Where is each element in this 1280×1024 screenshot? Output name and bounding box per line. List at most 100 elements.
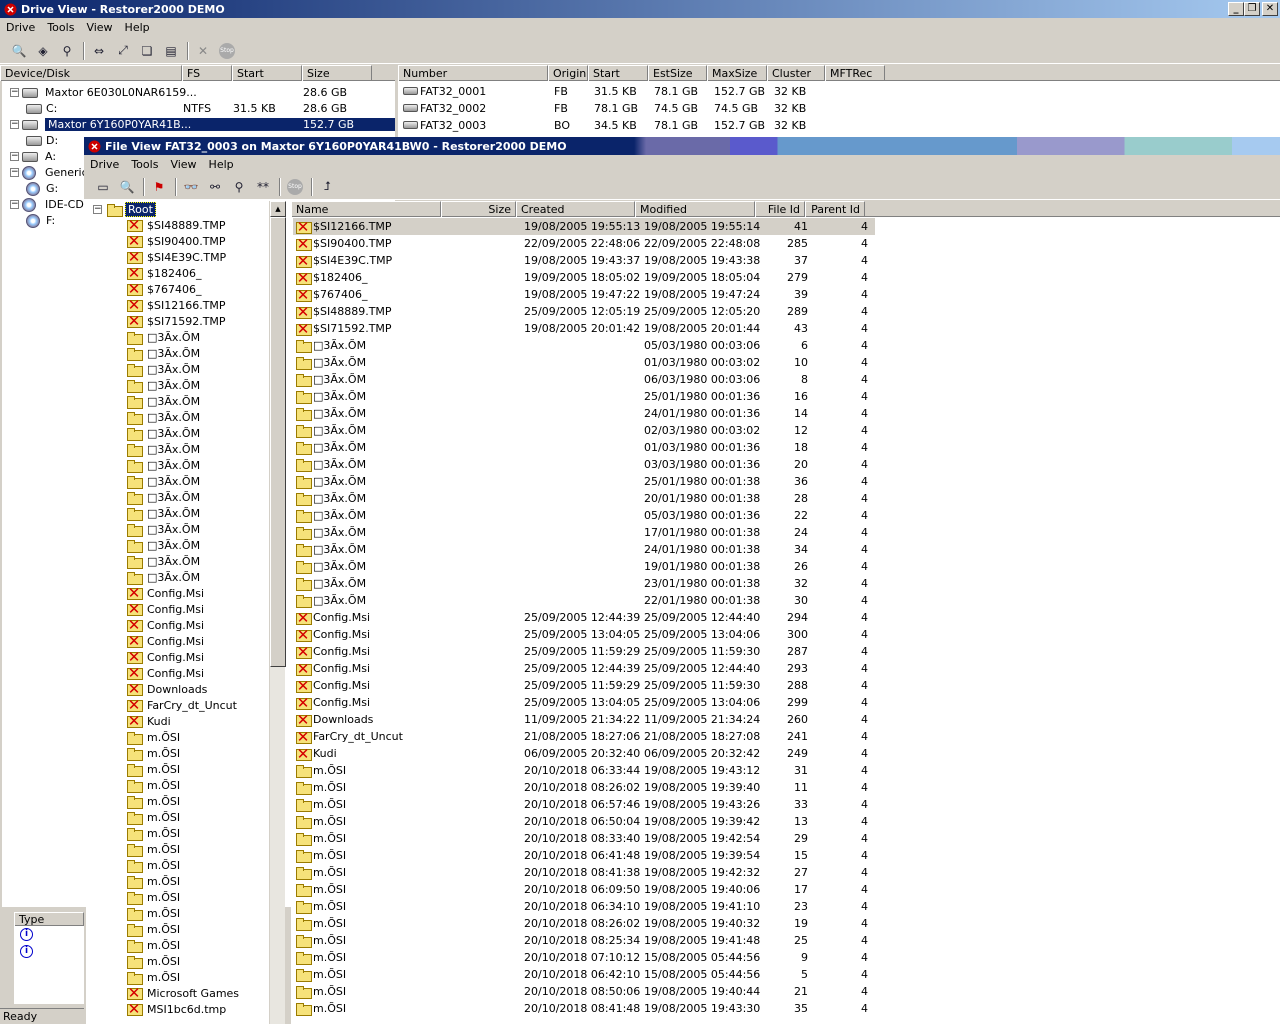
search-icon[interactable]: 🔍 — [116, 177, 138, 197]
tree-root[interactable]: − Root — [93, 201, 156, 218]
file-row[interactable]: □3Ãx.ÕM 05/03/1980 00:03:06 6 4 — [293, 337, 875, 354]
copy-icon[interactable]: ❏ — [136, 41, 158, 61]
file-row[interactable]: m.ÕSI 20/10/2018 06:50:04 19/08/2005 19:39… — [293, 813, 875, 830]
collapse-icon[interactable]: − — [93, 205, 102, 214]
tree-item[interactable]: ✕ Downloads — [126, 681, 266, 697]
file-row[interactable]: ✕ Config.Msi 25/09/2005 13:04:05 25/09/2005… — [293, 626, 875, 643]
file-row[interactable]: □3Ãx.ÕM 01/03/1980 00:03:02 10 4 — [293, 354, 875, 371]
file-row[interactable]: m.ÕSI 20/10/2018 06:33:44 19/08/2005 19:43… — [293, 762, 875, 779]
tree-item[interactable]: m.ÕSI — [126, 825, 266, 841]
col-part-start[interactable]: Start — [588, 65, 648, 81]
tree-item[interactable]: □3Ãx.ÕM — [126, 425, 266, 441]
file-row[interactable]: m.ÕSI 20/10/2018 08:33:40 19/08/2005 19:42… — [293, 830, 875, 847]
find-mask-icon[interactable]: ⚲ — [228, 177, 250, 197]
file-row[interactable]: □3Ãx.ÕM 23/01/1980 00:01:38 32 4 — [293, 575, 875, 592]
file-row[interactable]: □3Ãx.ÕM 02/03/1980 00:03:02 12 4 — [293, 422, 875, 439]
tree-item[interactable]: ✕ Config.Msi — [126, 585, 266, 601]
file-row[interactable]: ✕ Config.Msi 25/09/2005 13:04:05 25/09/2005… — [293, 694, 875, 711]
partition-number[interactable]: FAT32_0003 — [420, 119, 486, 132]
wildcard-icon[interactable]: ** — [252, 177, 274, 197]
delete-icon[interactable]: ✕ — [192, 41, 214, 61]
tree-item[interactable]: m.ÕSI — [126, 937, 266, 953]
up-folder-icon[interactable]: ⮥ — [316, 177, 338, 197]
file-row[interactable]: m.ÕSI 20/10/2018 06:09:50 19/08/2005 19:40… — [293, 881, 875, 898]
recover-icon[interactable]: ⚑ — [148, 177, 170, 197]
col-start[interactable]: Start — [232, 65, 302, 81]
col-cluster[interactable]: Cluster — [767, 65, 825, 81]
col-number[interactable]: Number — [398, 65, 548, 81]
file-row[interactable]: ✕ Config.Msi 25/09/2005 12:44:39 25/09/2005… — [293, 660, 875, 677]
stop-icon[interactable]: Stop — [284, 177, 306, 197]
tree-item[interactable]: m.ÕSI — [126, 953, 266, 969]
tree-item[interactable]: m.ÕSI — [126, 777, 266, 793]
col-estsize[interactable]: EstSize — [648, 65, 707, 81]
file-row[interactable]: □3Ãx.ÕM 06/03/1980 00:03:06 8 4 — [293, 371, 875, 388]
tree-item[interactable]: ✕ Config.Msi — [126, 617, 266, 633]
fv-menu-view[interactable]: View — [164, 158, 202, 171]
col-file-id[interactable]: File Id — [755, 201, 805, 217]
partition-number[interactable]: FAT32_0001 — [420, 85, 486, 98]
tree-item[interactable]: □3Ãx.ÕM — [126, 537, 266, 553]
disk-row[interactable]: − Maxtor 6E030L0NAR6159... 28.6 GB — [10, 84, 380, 101]
file-row[interactable]: □3Ãx.ÕM 20/01/1980 00:01:38 28 4 — [293, 490, 875, 507]
tree-item[interactable]: □3Ãx.ÕM — [126, 489, 266, 505]
arrows-icon[interactable]: ⇔ — [88, 41, 110, 61]
tree-item[interactable]: ✕ $SI12166.TMP — [126, 297, 266, 313]
expand-icon[interactable]: − — [10, 152, 19, 161]
file-row[interactable]: □3Ãx.ÕM 03/03/1980 00:01:36 20 4 — [293, 456, 875, 473]
expand-icon[interactable]: − — [10, 88, 19, 97]
tree-item[interactable]: ✕ Microsoft Games — [126, 985, 266, 1001]
file-row[interactable]: m.ÕSI 20/10/2018 08:26:02 19/08/2005 19:40… — [293, 915, 875, 932]
tree-item[interactable]: □3Ãx.ÕM — [126, 505, 266, 521]
file-row[interactable]: m.ÕSI 20/10/2018 06:34:10 19/08/2005 19:41… — [293, 898, 875, 915]
tree-item[interactable]: □3Ãx.ÕM — [126, 345, 266, 361]
file-row[interactable]: m.ÕSI 20/10/2018 06:57:46 19/08/2005 19:43… — [293, 796, 875, 813]
col-file-size[interactable]: Size — [441, 201, 516, 217]
file-row[interactable]: m.ÕSI 20/10/2018 08:26:02 19/08/2005 19:39… — [293, 779, 875, 796]
tree-item[interactable]: m.ÕSI — [126, 761, 266, 777]
tree-item[interactable]: m.ÕSI — [126, 745, 266, 761]
file-row[interactable]: □3Ãx.ÕM 01/03/1980 00:01:36 18 4 — [293, 439, 875, 456]
disk-row[interactable]: C: NTFS 31.5 KB 28.6 GB — [26, 100, 380, 117]
menu-tools[interactable]: Tools — [41, 21, 80, 34]
tree-scrollbar[interactable]: ▲ — [269, 201, 286, 1024]
close-button[interactable]: ✕ — [1262, 2, 1278, 16]
file-row[interactable]: m.ÕSI 20/10/2018 08:25:34 19/08/2005 19:41… — [293, 932, 875, 949]
scroll-thumb[interactable] — [270, 217, 286, 667]
tree-item[interactable]: □3Ãx.ÕM — [126, 473, 266, 489]
file-row[interactable]: ✕ Config.Msi 25/09/2005 12:44:39 25/09/2005… — [293, 609, 875, 626]
file-row[interactable]: □3Ãx.ÕM 17/01/1980 00:01:38 24 4 — [293, 524, 875, 541]
expand-icon[interactable]: − — [10, 200, 19, 209]
find-icon[interactable]: 👓 — [180, 177, 202, 197]
tree-item[interactable]: ✕ Config.Msi — [126, 649, 266, 665]
col-mftrec[interactable]: MFTRec — [825, 65, 885, 81]
file-row[interactable]: m.ÕSI 20/10/2018 08:50:06 19/08/2005 19:40… — [293, 983, 875, 1000]
file-row[interactable]: m.ÕSI 20/10/2018 08:41:48 19/08/2005 19:43… — [293, 1000, 875, 1017]
file-row[interactable]: □3Ãx.ÕM 19/01/1980 00:01:38 26 4 — [293, 558, 875, 575]
file-row[interactable]: ✕ FarCry_dt_Uncut 21/08/2005 18:27:06 21/08… — [293, 728, 875, 745]
tree-item[interactable]: ✕ $SI48889.TMP — [126, 217, 266, 233]
scroll-up-button[interactable]: ▲ — [270, 201, 286, 217]
tree-item[interactable]: □3Ãx.ÕM — [126, 361, 266, 377]
tree-item[interactable]: □3Ãx.ÕM — [126, 409, 266, 425]
open-icon[interactable]: ⤢ — [112, 41, 134, 61]
tree-item[interactable]: ✕ Config.Msi — [126, 601, 266, 617]
col-modified[interactable]: Modified — [635, 201, 755, 217]
fv-menu-help[interactable]: Help — [203, 158, 240, 171]
file-row[interactable]: □3Ãx.ÕM 25/01/1980 00:01:36 16 4 — [293, 388, 875, 405]
col-created[interactable]: Created — [516, 201, 635, 217]
stop-icon[interactable]: Stop — [216, 41, 238, 61]
tree-item[interactable]: □3Ãx.ÕM — [126, 393, 266, 409]
tree-item[interactable]: ✕ FarCry_dt_Uncut — [126, 697, 266, 713]
tree-item[interactable]: □3Ãx.ÕM — [126, 521, 266, 537]
file-row[interactable]: ✕ $SI12166.TMP 19/08/2005 19:55:13 19/08/20… — [293, 218, 875, 235]
file-row[interactable]: m.ÕSI 20/10/2018 06:42:10 15/08/2005 05:44… — [293, 966, 875, 983]
tree-item[interactable]: ✕ Config.Msi — [126, 665, 266, 681]
col-size[interactable]: Size — [302, 65, 372, 81]
col-origin[interactable]: Origin — [548, 65, 588, 81]
drive-icon[interactable]: ▭ — [92, 177, 114, 197]
tree-item[interactable]: ✕ $SI90400.TMP — [126, 233, 266, 249]
file-row[interactable]: ✕ Config.Msi 25/09/2005 11:59:29 25/09/2005… — [293, 677, 875, 694]
file-row[interactable]: □3Ãx.ÕM 05/03/1980 00:01:36 22 4 — [293, 507, 875, 524]
tree-item[interactable]: m.ÕSI — [126, 729, 266, 745]
